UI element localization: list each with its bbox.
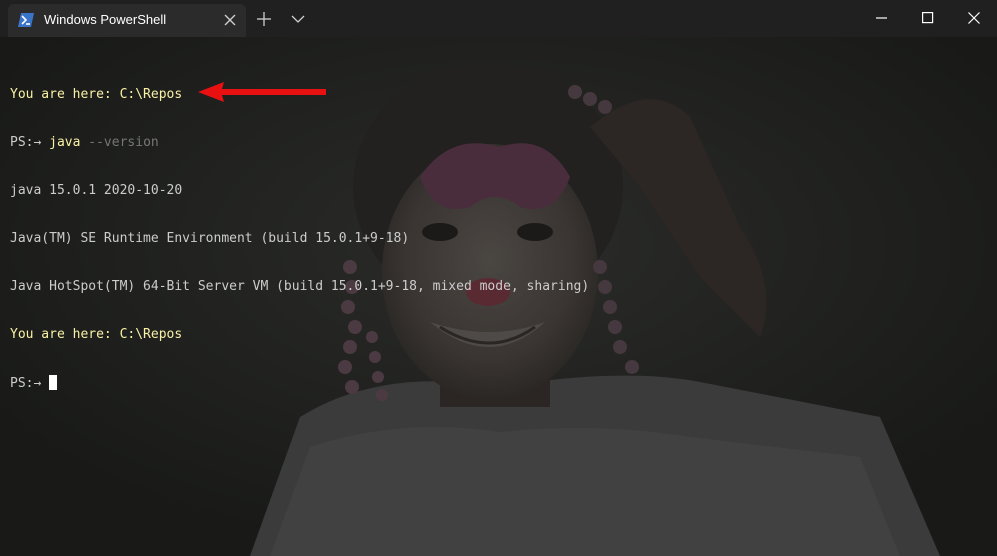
output-line: Java(TM) SE Runtime Environment (build 1… bbox=[10, 231, 410, 246]
input-line: PS:→ bbox=[10, 375, 589, 391]
command-line: PS:→ java --version bbox=[10, 135, 589, 151]
close-tab-icon[interactable] bbox=[220, 10, 240, 30]
powershell-icon bbox=[18, 12, 34, 27]
text-cursor[interactable] bbox=[49, 375, 58, 390]
output-line-version: java 15.0.1 2020-10-20 bbox=[10, 183, 183, 198]
terminal-output: You are here: C:\Repos PS:→ java --versi… bbox=[10, 55, 589, 423]
command-argument: --version bbox=[80, 135, 159, 150]
command: java bbox=[49, 135, 81, 150]
title-bar: Windows PowerShell bbox=[0, 0, 997, 37]
output-line: You are here: C:\Repos bbox=[10, 327, 183, 342]
tab-title: Windows PowerShell bbox=[44, 12, 167, 27]
chevron-down-icon[interactable] bbox=[288, 9, 308, 29]
maximize-icon[interactable] bbox=[905, 0, 951, 37]
close-icon[interactable] bbox=[951, 0, 997, 37]
output-line: Java HotSpot(TM) 64-Bit Server VM (build… bbox=[10, 279, 590, 294]
prompt: PS:→ bbox=[10, 135, 50, 150]
red-arrow-annotation bbox=[198, 82, 326, 102]
terminal-pane[interactable]: You are here: C:\Repos PS:→ java --versi… bbox=[0, 37, 997, 556]
plus-icon[interactable] bbox=[254, 9, 274, 29]
minimize-icon[interactable] bbox=[859, 0, 905, 37]
tab-windows-powershell[interactable]: Windows PowerShell bbox=[8, 4, 246, 37]
prompt: PS:→ bbox=[10, 376, 50, 391]
